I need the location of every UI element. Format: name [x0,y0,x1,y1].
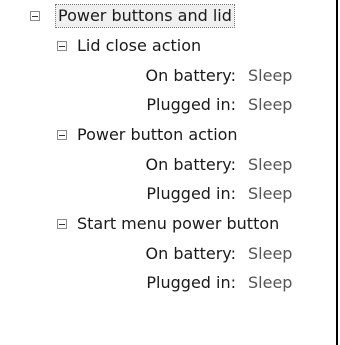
collapse-minus-icon[interactable] [57,41,67,51]
setting-row: On battery: Sleep [0,152,336,178]
setting-value-link[interactable]: Sleep [248,241,292,267]
panel-right-border [336,0,338,345]
setting-key: On battery: [145,155,236,174]
tree-node-lid-close-action[interactable]: Lid close action [0,33,336,59]
collapse-minus-icon[interactable] [57,219,67,229]
setting-row: Plugged in: Sleep [0,270,336,296]
tree-node-label[interactable]: Power button action [77,122,238,148]
setting-row: Plugged in: Sleep [0,181,336,207]
setting-value-link[interactable]: Sleep [248,92,292,118]
tree-node-label[interactable]: Lid close action [77,33,201,59]
setting-value-link[interactable]: Sleep [248,270,292,296]
setting-row: On battery: Sleep [0,241,336,267]
setting-row: On battery: Sleep [0,63,336,89]
setting-key: On battery: [145,244,236,263]
setting-key: Plugged in: [146,95,236,114]
setting-value-link[interactable]: Sleep [248,181,292,207]
setting-value-link[interactable]: Sleep [248,63,292,89]
tree-node-label[interactable]: Power buttons and lid [55,4,235,28]
collapse-minus-icon[interactable] [57,130,67,140]
power-settings-tree: Power buttons and lid Lid close action O… [0,0,336,345]
collapse-minus-icon[interactable] [30,11,40,21]
setting-key: Plugged in: [146,273,236,292]
setting-value-link[interactable]: Sleep [248,152,292,178]
tree-node-label[interactable]: Start menu power button [77,211,279,237]
tree-node-start-menu-power-button[interactable]: Start menu power button [0,211,336,237]
tree-node-power-buttons-and-lid[interactable]: Power buttons and lid [0,3,336,29]
tree-node-power-button-action[interactable]: Power button action [0,122,336,148]
setting-key: On battery: [145,66,236,85]
setting-row: Plugged in: Sleep [0,92,336,118]
setting-key: Plugged in: [146,184,236,203]
